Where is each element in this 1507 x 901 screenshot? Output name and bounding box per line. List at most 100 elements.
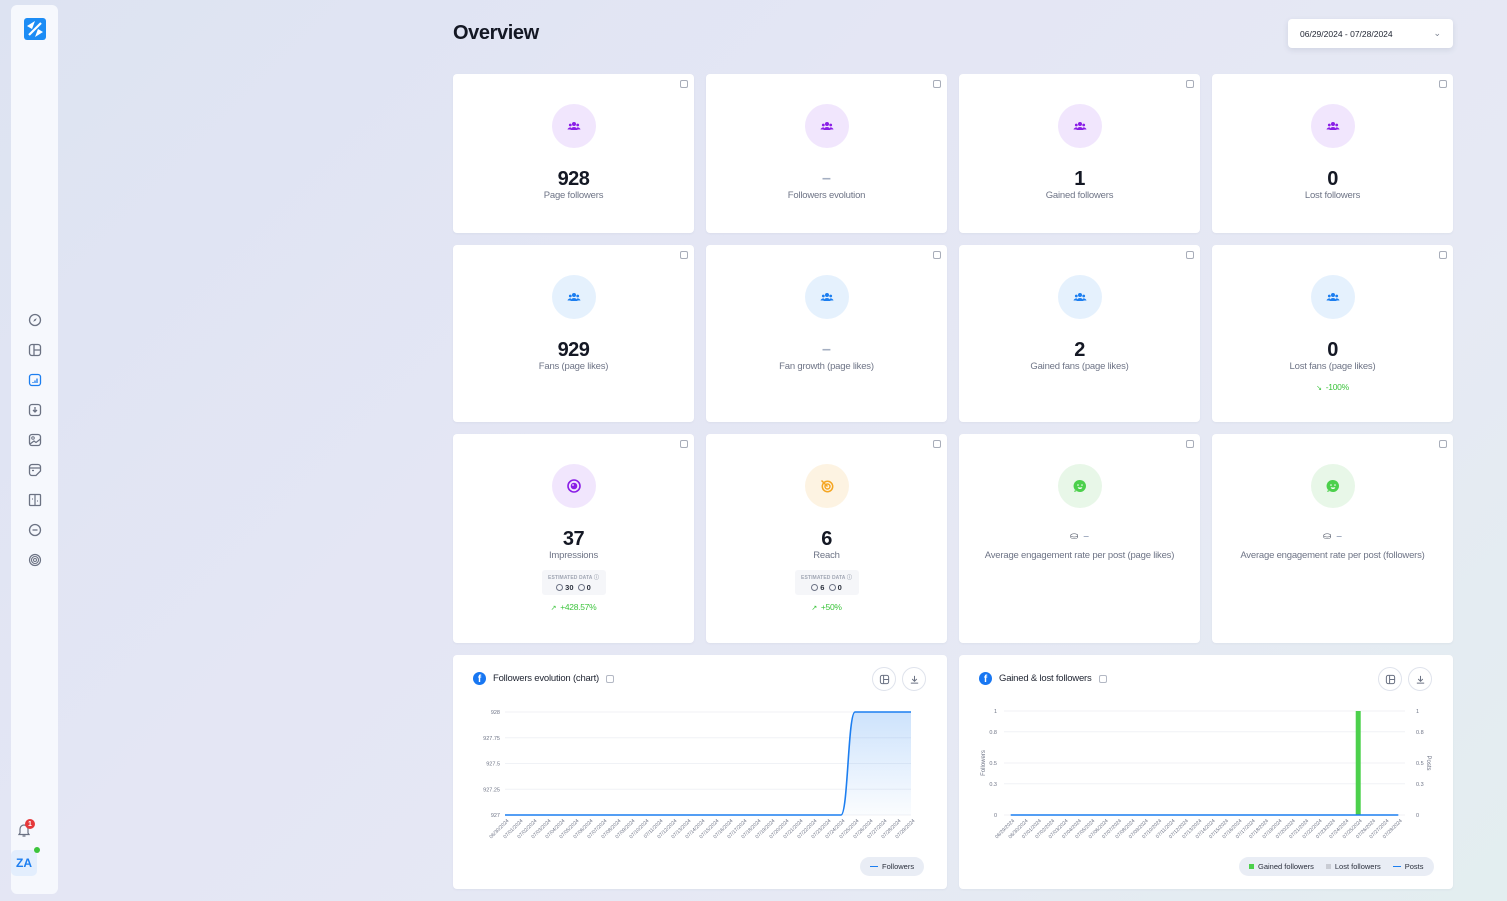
metric-label: Page followers	[543, 190, 604, 201]
organic-icon	[811, 584, 819, 591]
legend-item-lost-followers[interactable]: Lost followers	[1325, 862, 1381, 871]
metric-label: Average engagement rate per post (follow…	[1240, 550, 1425, 561]
info-icon[interactable]	[1186, 80, 1194, 88]
book-icon	[28, 493, 41, 507]
y-tick-label: 1	[994, 709, 997, 715]
metric-label: Fans (page likes)	[538, 361, 609, 372]
legend-item-followers[interactable]: Followers	[870, 862, 914, 871]
users-icon	[1326, 119, 1340, 133]
metric-icon-badge	[804, 275, 849, 319]
dashboard-icon	[28, 343, 41, 357]
target-icon	[820, 479, 834, 493]
info-icon[interactable]	[680, 440, 688, 448]
trend-up-icon: ↗	[550, 605, 557, 612]
chevron-down-icon: ⌄	[1433, 28, 1441, 38]
sidebar-item-board[interactable]	[11, 485, 58, 515]
users-icon	[1073, 119, 1087, 133]
app-logo[interactable]	[24, 18, 46, 40]
metric-card: 6 Reach ESTIMATED DATA ⓘ 6 0 ↗ +50%	[706, 434, 947, 643]
metric-label: Lost fans (page likes)	[1289, 361, 1376, 372]
bar-gained-followers	[1355, 711, 1361, 815]
sidebar-item-media[interactable]	[11, 425, 58, 455]
sidebar	[11, 5, 58, 894]
info-icon[interactable]	[1439, 251, 1447, 259]
chart-legend: Followers	[860, 857, 925, 876]
info-icon[interactable]	[680, 80, 688, 88]
y-tick-label: 0.8	[989, 730, 997, 736]
sidebar-item-dashboard[interactable]	[11, 335, 58, 365]
metric-value: ⛀ –	[1323, 531, 1342, 542]
y-tick-label: 0.3	[989, 782, 997, 788]
metric-icon-badge	[1057, 104, 1102, 148]
legend-item-gained-followers[interactable]: Gained followers	[1249, 862, 1314, 871]
y2-tick-label: 0	[1416, 813, 1419, 819]
y-tick-label: 927.25	[483, 787, 500, 793]
metric-label: Reach	[813, 550, 840, 561]
info-icon[interactable]: ⓘ	[594, 575, 599, 581]
users-icon	[567, 119, 581, 133]
sidebar-item-drafts[interactable]	[11, 455, 58, 485]
y-tick-label: 927.75	[483, 736, 500, 742]
users-icon	[1326, 290, 1340, 304]
trend-value: +50%	[820, 602, 842, 612]
trend-indicator: ↗ +428.57%	[453, 602, 694, 612]
metric-icon-badge	[1310, 104, 1355, 148]
user-avatar[interactable]: ZA	[11, 850, 37, 876]
info-icon[interactable]	[680, 251, 688, 259]
gained-lost-followers-chart-card: f Gained & lost followers 0 0 0.3 0.3 0.5 0.5…	[959, 655, 1453, 889]
paid-icon	[828, 584, 836, 591]
metric-icon-badge	[551, 464, 596, 508]
metric-label: Impressions	[548, 550, 598, 561]
info-icon[interactable]	[1439, 440, 1447, 448]
metric-label: Lost followers	[1304, 190, 1361, 201]
sidebar-item-analytics[interactable]	[11, 365, 58, 395]
notification-badge: 1	[25, 819, 35, 829]
y-tick-label: 927.5	[486, 762, 500, 768]
sidebar-item-messages[interactable]	[11, 515, 58, 545]
target-icon	[28, 553, 41, 567]
metric-value: 0	[1327, 339, 1338, 361]
y2-tick-label: 0.5	[1416, 761, 1424, 767]
metric-card: – Fan growth (page likes)	[706, 245, 947, 422]
metric-card: 37 Impressions ESTIMATED DATA ⓘ 30 0 ↗ +42…	[453, 434, 694, 643]
sidebar-item-explore[interactable]	[11, 305, 58, 335]
metric-card: 2 Gained fans (page likes)	[959, 245, 1200, 422]
paid-icon	[577, 584, 585, 591]
users-icon	[820, 119, 834, 133]
estimated-data-box: ESTIMATED DATA ⓘ 30 0	[541, 570, 606, 595]
y2-axis-label: Posts	[1425, 755, 1431, 770]
trend-value: +428.57%	[560, 602, 597, 612]
info-icon[interactable]	[1439, 80, 1447, 88]
y2-tick-label: 0.3	[1416, 782, 1424, 788]
legend-item-posts[interactable]: Posts	[1392, 862, 1424, 871]
inbox-download-icon	[28, 403, 41, 417]
metric-card: ⛀ – Average engagement rate per post (page…	[959, 434, 1200, 643]
sidebar-item-listening[interactable]	[11, 545, 58, 575]
info-icon[interactable]: ⓘ	[847, 575, 852, 581]
organic-icon	[556, 584, 564, 591]
date-range-picker[interactable]: 06/29/2024 - 07/28/2024 ⌄	[1288, 19, 1453, 48]
y-tick-label: 927	[491, 813, 500, 819]
metric-icon-badge	[1310, 464, 1355, 508]
info-icon[interactable]	[1186, 251, 1194, 259]
info-icon[interactable]	[933, 251, 941, 259]
online-status-dot	[34, 847, 40, 853]
y2-tick-label: 0.8	[1416, 730, 1424, 736]
image-icon	[28, 433, 41, 447]
paid-value: 0	[586, 583, 591, 592]
metric-card: 928 Page followers	[453, 74, 694, 233]
metric-value: –	[822, 170, 831, 187]
trend-value: -100%	[1325, 382, 1349, 392]
estimated-data-title: ESTIMATED DATA	[801, 575, 846, 581]
info-icon[interactable]	[933, 440, 941, 448]
metric-value: –	[822, 341, 831, 358]
sidebar-item-inbox[interactable]	[11, 395, 58, 425]
info-icon[interactable]	[933, 80, 941, 88]
metric-icon-badge	[1057, 275, 1102, 319]
info-icon[interactable]	[1186, 440, 1194, 448]
trend-indicator: ↗ +50%	[706, 602, 947, 612]
y2-tick-label: 1	[1416, 709, 1419, 715]
users-icon	[567, 290, 581, 304]
estimated-data-title: ESTIMATED DATA	[548, 575, 593, 581]
y-tick-label: 928	[491, 710, 500, 716]
